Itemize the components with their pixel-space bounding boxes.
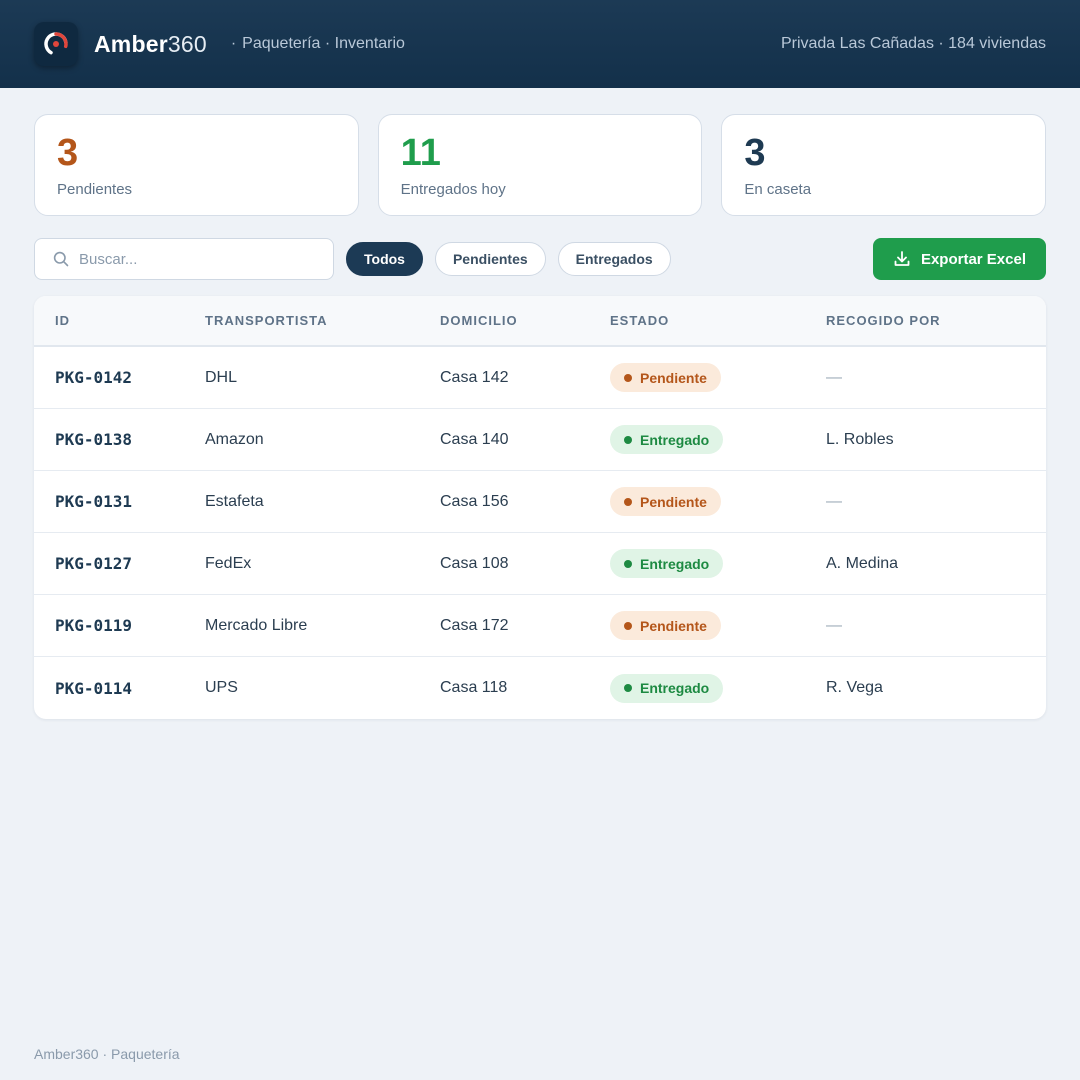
picked-by: L. Robles — [826, 430, 894, 448]
table-row[interactable]: PKG-0127 FedEx Casa 108 Entregado A. Med… — [34, 533, 1046, 595]
status-dot — [624, 559, 632, 568]
address: Casa 118 — [440, 679, 508, 696]
status-badge: Entregado — [610, 425, 724, 454]
stat-label: En caseta — [744, 181, 812, 198]
package-id: PKG-0131 — [55, 492, 133, 511]
status-cell: Pendiente — [610, 611, 826, 640]
carrier: UPS — [205, 679, 238, 696]
search-box[interactable] — [34, 238, 334, 280]
brand-name-light: 360 — [167, 30, 207, 57]
table-row[interactable]: PKG-0131 Estafeta Casa 156 Pendiente — — [34, 471, 1046, 533]
subtitle-text: Paquetería · Inventario — [242, 35, 405, 52]
site-info: Privada Las Cañadas · 184 viviendas — [780, 35, 1046, 52]
status-badge: Pendiente — [610, 611, 721, 640]
status-text: Pendiente — [640, 617, 707, 634]
address: Casa 172 — [440, 616, 509, 634]
carrier: FedEx — [205, 554, 252, 572]
subtitle-dot: · — [230, 35, 237, 52]
filter-pendientes[interactable]: Pendientes — [434, 242, 546, 276]
status-cell: Entregado — [610, 549, 826, 578]
address: Casa 142 — [440, 368, 509, 386]
filter-entregados[interactable]: Entregados — [557, 242, 671, 276]
status-text: Entregado — [640, 555, 710, 572]
toolbar: Todos Pendientes Entregados Exportar Exc… — [34, 238, 1046, 280]
status-text: Pendiente — [640, 369, 707, 386]
column-header-estado[interactable]: ESTADO — [610, 313, 826, 328]
table-header: ID TRANSPORTISTA DOMICILIO ESTADO RECOGI… — [34, 296, 1046, 347]
status-text: Entregado — [640, 431, 710, 448]
address: Casa 108 — [440, 554, 509, 572]
carrier: DHL — [205, 368, 238, 386]
search-icon — [53, 251, 69, 267]
status-dot — [624, 621, 632, 630]
stat-label: Entregados hoy — [400, 181, 506, 198]
status-cell: Pendiente — [610, 487, 826, 516]
filter-todos[interactable]: Todos — [346, 242, 423, 276]
carrier: Amazon — [205, 430, 264, 448]
package-id: PKG-0127 — [55, 554, 133, 573]
stat-value: 11 — [400, 132, 441, 174]
packages-table: ID TRANSPORTISTA DOMICILIO ESTADO RECOGI… — [34, 296, 1046, 719]
picked-by: R. Vega — [826, 679, 883, 696]
status-dot — [624, 435, 632, 444]
app-logo[interactable] — [34, 22, 78, 66]
status-cell: Pendiente — [610, 363, 826, 392]
export-excel-button[interactable]: Exportar Excel — [872, 238, 1046, 280]
download-icon — [894, 251, 910, 266]
column-header-domicilio[interactable]: DOMICILIO — [440, 313, 610, 328]
column-header-id[interactable]: ID — [34, 313, 205, 328]
stat-card-entregados-hoy: 11 Entregados hoy — [377, 114, 703, 216]
package-id: PKG-0119 — [55, 616, 133, 635]
table-row[interactable]: PKG-0114 UPS Casa 118 Entregado R. Vega — [34, 657, 1046, 719]
address: Casa 140 — [440, 430, 509, 448]
status-dot — [624, 684, 632, 692]
status-dot — [624, 497, 632, 506]
status-text: Pendiente — [640, 493, 707, 510]
status-badge: Pendiente — [610, 363, 721, 392]
stats-row: 3 Pendientes 11 Entregados hoy 3 En case… — [34, 114, 1047, 216]
brand-name: Amber360 — [94, 31, 207, 58]
package-id: PKG-0138 — [55, 430, 133, 449]
search-input[interactable] — [79, 250, 309, 268]
status-badge: Entregado — [610, 673, 724, 703]
carrier: Estafeta — [205, 492, 264, 510]
status-badge: Entregado — [610, 549, 724, 578]
stat-card-pendientes: 3 Pendientes — [34, 114, 359, 216]
stat-value: 3 — [744, 132, 766, 174]
table-row[interactable]: PKG-0142 DHL Casa 142 Pendiente — — [34, 347, 1046, 409]
status-badge: Pendiente — [610, 487, 721, 516]
carrier: Mercado Libre — [205, 616, 308, 634]
table-row[interactable]: PKG-0138 Amazon Casa 140 Entregado L. Ro… — [34, 409, 1046, 471]
column-header-recogido-por[interactable]: RECOGIDO POR — [826, 313, 1046, 328]
picked-by: — — [826, 368, 842, 386]
package-id: PKG-0142 — [55, 368, 133, 387]
stat-value: 3 — [57, 132, 79, 174]
export-label: Exportar Excel — [920, 250, 1026, 268]
page-subtitle: · Paquetería · Inventario — [231, 35, 405, 53]
status-dot — [624, 373, 632, 382]
status-cell: Entregado — [610, 425, 826, 454]
address: Casa 156 — [440, 492, 509, 510]
stat-label: Pendientes — [57, 181, 133, 198]
picked-by: A. Medina — [826, 554, 899, 572]
column-header-transportista[interactable]: TRANSPORTISTA — [205, 313, 440, 328]
logo-ring-icon — [44, 32, 68, 56]
package-id: PKG-0114 — [55, 678, 133, 698]
app-header: Amber360 · Paquetería · Inventario Privad… — [0, 0, 1080, 88]
brand-name-bold: Amber — [94, 30, 168, 57]
status-text: Entregado — [640, 680, 710, 696]
page-footer: Amber360 · Paquetería — [34, 1046, 180, 1062]
stat-card-en-caseta: 3 En caseta — [721, 114, 1047, 216]
status-cell: Entregado — [610, 673, 826, 703]
table-row[interactable]: PKG-0119 Mercado Libre Casa 172 Pendient… — [34, 595, 1046, 657]
picked-by: — — [826, 616, 842, 634]
picked-by: — — [826, 492, 842, 510]
